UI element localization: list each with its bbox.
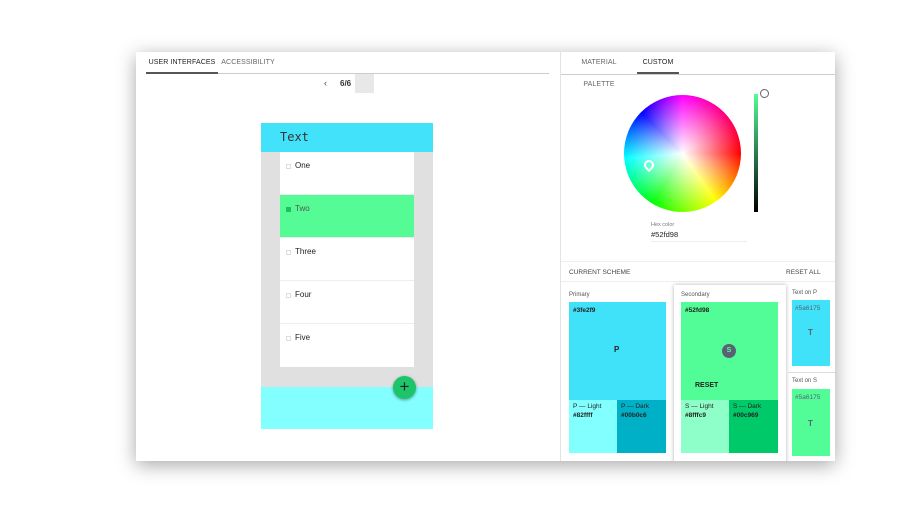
primary-light-hex: #82ffff — [573, 412, 593, 419]
list-item[interactable]: Five — [280, 324, 414, 367]
text-on-s-label: Text on S — [792, 378, 818, 384]
secondary-light-hex: #8fffc9 — [685, 412, 706, 419]
text-on-s-card[interactable]: Text on S #5a6175 T — [788, 374, 835, 461]
page-indicator: 6/6 — [340, 79, 352, 88]
hex-label: Hex color — [651, 222, 675, 228]
checkbox[interactable] — [286, 164, 291, 169]
text-on-p-hex: #5a6175 — [795, 305, 821, 312]
tab-user-interfaces[interactable]: USER INTERFACES — [146, 52, 218, 74]
primary-card[interactable]: Primary #3fe2f9 P P — Light #82ffff P — … — [561, 285, 673, 461]
checkbox[interactable] — [286, 336, 291, 341]
list-item-label: Two — [295, 204, 310, 213]
hex-input[interactable]: #52fd98 — [651, 230, 747, 242]
secondary-dark-hex: #00c969 — [733, 412, 759, 419]
reset-all-button[interactable]: RESET ALL — [786, 269, 821, 276]
text-on-p-swatch[interactable]: #5a6175 T — [792, 300, 830, 366]
list-item-label: Four — [295, 290, 312, 299]
checkbox[interactable] — [286, 293, 291, 298]
list-item[interactable]: Three — [280, 238, 414, 281]
list: One Two Three Four Five — [280, 152, 414, 367]
divider — [561, 281, 835, 282]
tab-accessibility[interactable]: ACCESSIBILITY — [220, 52, 276, 74]
secondary-light-swatch[interactable]: S — Light #8fffc9 — [681, 400, 729, 453]
text-on-p-card[interactable]: Text on P #5a6175 T — [788, 285, 835, 373]
primary-swatch[interactable]: #3fe2f9 P — [569, 302, 666, 400]
primary-light-swatch[interactable]: P — Light #82ffff — [569, 400, 617, 453]
text-on-p-label: Text on P — [792, 290, 818, 296]
secondary-dark-label: S — Dark — [733, 403, 762, 410]
secondary-swatch[interactable]: #52fd98 S RESET — [681, 302, 778, 400]
fab-plus-icon[interactable]: + — [393, 376, 416, 399]
list-item[interactable]: Four — [280, 281, 414, 324]
tab-custom[interactable]: CUSTOM — [637, 52, 679, 74]
slider-thumb[interactable] — [760, 89, 769, 98]
secondary-light-label: S — Light — [685, 403, 714, 410]
primary-light-label: P — Light — [573, 403, 602, 410]
primary-label: Primary — [569, 292, 590, 298]
primary-dark-swatch[interactable]: P — Dark #00b0c6 — [617, 400, 666, 453]
primary-hex: #3fe2f9 — [573, 307, 596, 314]
primary-dark-label: P — Dark — [621, 403, 650, 410]
list-item-selected[interactable]: Two — [280, 195, 414, 238]
text-on-s-hex: #5a6175 — [795, 394, 821, 401]
secondary-letter-badge: S — [722, 344, 736, 358]
chevron-left-icon[interactable]: ‹ — [324, 78, 327, 88]
list-item[interactable]: One — [280, 152, 414, 195]
wheel-thumb[interactable] — [641, 157, 657, 173]
text-on-s-swatch[interactable]: #5a6175 T — [792, 389, 830, 456]
app-window: USER INTERFACES ACCESSIBILITY ‹ 6/6 Text… — [136, 52, 835, 461]
primary-letter: P — [614, 345, 620, 354]
secondary-label: Secondary — [681, 292, 710, 298]
left-pane: USER INTERFACES ACCESSIBILITY ‹ 6/6 Text… — [136, 52, 560, 461]
divider — [561, 261, 835, 262]
secondary-dark-swatch[interactable]: S — Dark #00c969 — [729, 400, 778, 453]
checkbox[interactable] — [286, 207, 291, 212]
secondary-reset-button[interactable]: RESET — [695, 382, 718, 389]
color-wheel[interactable] — [624, 95, 741, 212]
secondary-hex: #52fd98 — [685, 307, 710, 314]
list-item-label: One — [295, 161, 311, 170]
current-scheme-title: CURRENT SCHEME — [569, 269, 631, 276]
app-bar: Text — [261, 123, 433, 152]
next-page-button[interactable] — [355, 74, 374, 93]
brightness-slider[interactable] — [754, 94, 758, 212]
tab-material-palette[interactable]: MATERIAL PALETTE — [565, 52, 633, 88]
phone-preview: Text One Two Three Four Five + — [261, 123, 433, 429]
text-on-s-letter: T — [808, 419, 813, 428]
primary-dark-hex: #00b0c6 — [621, 412, 647, 419]
secondary-card[interactable]: Secondary #52fd98 S RESET S — Light #8ff… — [674, 285, 786, 461]
right-pane: MATERIAL PALETTE CUSTOM Hex color #52fd9… — [560, 52, 835, 461]
app-bar-title: Text — [280, 130, 309, 144]
list-item-label: Three — [295, 247, 316, 256]
checkbox[interactable] — [286, 250, 291, 255]
list-item-label: Five — [295, 333, 311, 342]
text-on-p-letter: T — [808, 328, 813, 337]
